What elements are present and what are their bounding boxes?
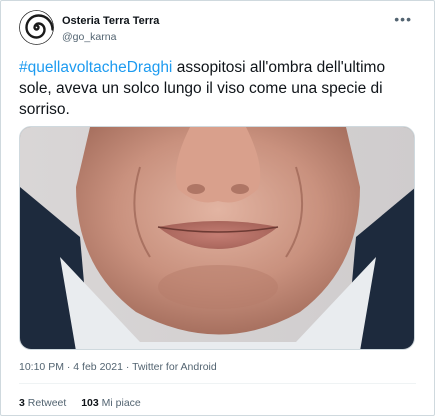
likes-count: 103 bbox=[81, 397, 99, 409]
author-display-name[interactable]: Osteria Terra Terra bbox=[62, 15, 159, 27]
tweet-stats: 3 Retweet 103 Mi piace bbox=[19, 397, 153, 409]
retweets-stat[interactable]: 3 Retweet bbox=[19, 397, 66, 409]
retweets-count: 3 bbox=[19, 397, 25, 409]
photo-closeup-face bbox=[20, 127, 414, 349]
spiral-logo-icon bbox=[19, 10, 54, 45]
likes-label: Mi piace bbox=[101, 397, 141, 409]
divider bbox=[19, 383, 416, 384]
tweet-card: Osteria Terra Terra @go_karna ••• #quell… bbox=[0, 0, 435, 416]
meta-separator: · bbox=[63, 361, 74, 373]
avatar[interactable] bbox=[19, 10, 54, 45]
tweet-date[interactable]: 4 feb 2021 bbox=[73, 361, 123, 373]
tweet-time[interactable]: 10:10 PM bbox=[19, 361, 64, 373]
hashtag-link[interactable]: #quellavoltacheDraghi bbox=[19, 59, 172, 76]
more-options-button[interactable]: ••• bbox=[394, 11, 412, 27]
retweets-label: Retweet bbox=[27, 397, 67, 409]
tweet-photo[interactable] bbox=[19, 126, 415, 350]
tweet-text: #quellavoltacheDraghi assopitosi all'omb… bbox=[19, 57, 419, 120]
meta-separator: · bbox=[122, 361, 133, 373]
more-horizontal-icon: ••• bbox=[394, 11, 412, 27]
likes-stat[interactable]: 103 Mi piace bbox=[81, 397, 141, 409]
tweet-metadata: 10:10 PM · 4 feb 2021 · Twitter for Andr… bbox=[19, 361, 217, 373]
author-handle[interactable]: @go_karna bbox=[62, 31, 116, 43]
tweet-source[interactable]: Twitter for Android bbox=[132, 361, 217, 373]
